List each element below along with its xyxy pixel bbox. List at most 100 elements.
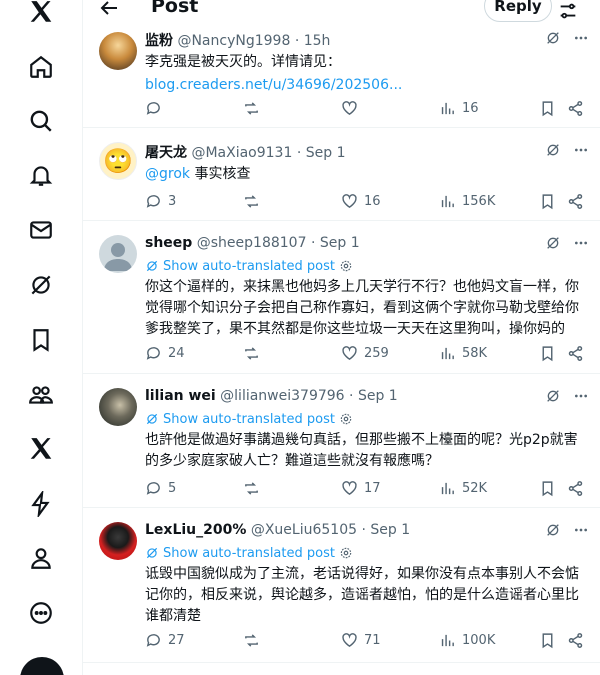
grok-icon[interactable] bbox=[26, 270, 56, 300]
avatar[interactable] bbox=[99, 388, 137, 426]
reply-button[interactable]: Reply bbox=[484, 0, 552, 22]
retweet-action[interactable] bbox=[243, 345, 266, 362]
like-action[interactable] bbox=[341, 100, 364, 117]
reply-action[interactable] bbox=[145, 100, 168, 117]
tweet-text: 诋毁中国貌似成为了主流，老话说得好，如果你没有点本事别人不会惦记你的，相反来说，… bbox=[145, 566, 579, 624]
bell-icon[interactable] bbox=[26, 160, 56, 190]
grok-icon[interactable] bbox=[545, 142, 561, 158]
share-action[interactable] bbox=[567, 193, 584, 210]
share-action[interactable] bbox=[567, 345, 584, 362]
avatar[interactable] bbox=[99, 32, 137, 70]
comment-icon bbox=[146, 482, 160, 495]
grok-icon[interactable] bbox=[545, 30, 561, 46]
bookmark-action[interactable] bbox=[539, 480, 556, 497]
home-icon[interactable] bbox=[26, 52, 56, 82]
reply-count: 5 bbox=[168, 481, 177, 496]
gear-icon[interactable] bbox=[339, 546, 353, 560]
timestamp[interactable]: Sep 1 bbox=[320, 235, 360, 251]
author-name[interactable]: sheep bbox=[145, 235, 192, 251]
tweet-text: 你这个逼样的，来抹黑也他妈多上几天学行不行？也他妈文盲一样，你觉得哪个知识分子会… bbox=[145, 279, 579, 337]
reply-tweet[interactable]: LexLiu_200% @XueLiu65105 · Sep 1 Show au… bbox=[83, 508, 600, 663]
author-name[interactable]: lilian wei bbox=[145, 388, 216, 404]
bookmark-action[interactable] bbox=[539, 632, 556, 649]
bookmark-icon bbox=[542, 481, 553, 497]
bookmark-action[interactable] bbox=[539, 193, 556, 210]
views-action[interactable]: 16 bbox=[439, 100, 479, 117]
bookmark-action[interactable] bbox=[539, 100, 556, 117]
timestamp[interactable]: 15h bbox=[304, 33, 331, 49]
reply-tweet[interactable]: 监粉 @NancyNg1998 · 15h 李克强是被天灭的。详情请见： blo… bbox=[83, 28, 600, 128]
views-action[interactable]: 58K bbox=[439, 345, 487, 362]
main-column: Post Reply 监粉 @NancyNg1998 · 15h 李克强是被天灭… bbox=[82, 0, 600, 675]
author-name[interactable]: 监粉 bbox=[145, 33, 173, 49]
views-action[interactable]: 100K bbox=[439, 632, 495, 649]
mention-link[interactable]: @grok bbox=[145, 166, 190, 182]
timestamp[interactable]: Sep 1 bbox=[370, 522, 410, 538]
author-handle[interactable]: @NancyNg1998 bbox=[177, 33, 290, 49]
more-horizontal-icon[interactable] bbox=[573, 30, 589, 46]
author-handle[interactable]: @MaXiao9131 bbox=[191, 145, 292, 161]
lightning-icon[interactable] bbox=[26, 489, 56, 519]
x-logo-icon[interactable] bbox=[26, 0, 56, 27]
bookmark-icon[interactable] bbox=[26, 325, 56, 355]
sliders-icon[interactable] bbox=[557, 0, 579, 22]
gear-icon[interactable] bbox=[339, 259, 353, 273]
author-name[interactable]: LexLiu_200% bbox=[145, 522, 246, 538]
author-handle[interactable]: @XueLiu65105 bbox=[251, 522, 357, 538]
reply-tweet[interactable]: 🙄 屠天龙 @MaXiao9131 · Sep 1 @grok 事实核查 3 1… bbox=[83, 128, 600, 221]
more-horizontal-icon[interactable] bbox=[573, 522, 589, 538]
avatar[interactable] bbox=[99, 235, 137, 273]
profile-icon[interactable] bbox=[26, 543, 56, 573]
search-icon[interactable] bbox=[26, 106, 56, 136]
share-icon bbox=[568, 633, 583, 648]
avatar[interactable]: 🙄 bbox=[99, 142, 137, 180]
more-icon[interactable] bbox=[26, 598, 56, 628]
tweet-link[interactable]: blog.creaders.net/u/34696/202506... bbox=[145, 75, 589, 96]
reply-tweet[interactable]: sheep @sheep188107 · Sep 1 Show auto-tra… bbox=[83, 221, 600, 374]
timestamp[interactable]: Sep 1 bbox=[306, 145, 346, 161]
grok-icon[interactable] bbox=[545, 388, 561, 404]
share-action[interactable] bbox=[567, 632, 584, 649]
back-arrow-icon[interactable] bbox=[97, 0, 121, 20]
retweet-action[interactable] bbox=[243, 100, 266, 117]
timestamp[interactable]: Sep 1 bbox=[358, 388, 398, 404]
views-chart-icon bbox=[441, 102, 454, 115]
retweet-action[interactable] bbox=[243, 480, 266, 497]
share-action[interactable] bbox=[567, 100, 584, 117]
mail-icon[interactable] bbox=[26, 215, 56, 245]
views-action[interactable]: 156K bbox=[439, 193, 495, 210]
avatar[interactable] bbox=[99, 522, 137, 560]
grok-icon[interactable] bbox=[545, 235, 561, 251]
views-action[interactable]: 52K bbox=[439, 480, 487, 497]
compose-button[interactable] bbox=[20, 657, 64, 675]
premium-x-icon[interactable] bbox=[26, 434, 56, 464]
like-action[interactable]: 259 bbox=[341, 345, 389, 362]
reply-tweet[interactable]: lilian wei @lilianwei379796 · Sep 1 Show… bbox=[83, 374, 600, 508]
author-handle[interactable]: @lilianwei379796 bbox=[220, 388, 344, 404]
share-action[interactable] bbox=[567, 480, 584, 497]
grok-icon[interactable] bbox=[545, 522, 561, 538]
gear-icon[interactable] bbox=[339, 412, 353, 426]
reply-action[interactable]: 5 bbox=[145, 480, 176, 497]
more-horizontal-icon[interactable] bbox=[573, 142, 589, 158]
like-action[interactable]: 71 bbox=[341, 632, 381, 649]
like-action[interactable]: 16 bbox=[341, 193, 381, 210]
more-horizontal-icon[interactable] bbox=[573, 235, 589, 251]
reply-action[interactable]: 3 bbox=[145, 193, 176, 210]
heart-icon bbox=[342, 481, 357, 496]
reply-action[interactable]: 24 bbox=[145, 345, 185, 362]
bookmark-action[interactable] bbox=[539, 345, 556, 362]
heart-icon bbox=[342, 633, 357, 648]
retweet-action[interactable] bbox=[243, 632, 266, 649]
translate-link[interactable]: Show auto-translated post bbox=[145, 257, 589, 275]
author-handle[interactable]: @sheep188107 bbox=[197, 235, 307, 251]
retweet-action[interactable] bbox=[243, 193, 266, 210]
comment-icon bbox=[146, 102, 160, 115]
author-name[interactable]: 屠天龙 bbox=[145, 145, 187, 161]
communities-icon[interactable] bbox=[26, 380, 56, 410]
translate-link[interactable]: Show auto-translated post bbox=[145, 410, 589, 428]
translate-link[interactable]: Show auto-translated post bbox=[145, 544, 589, 562]
more-horizontal-icon[interactable] bbox=[573, 388, 589, 404]
like-action[interactable]: 17 bbox=[341, 480, 381, 497]
reply-action[interactable]: 27 bbox=[145, 632, 185, 649]
